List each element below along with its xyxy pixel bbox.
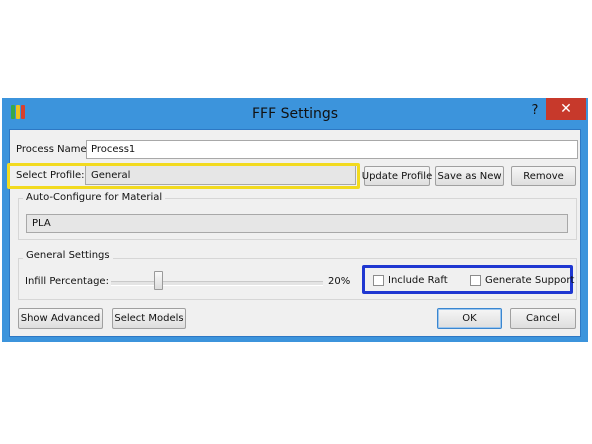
material-dropdown[interactable]: PLA [26, 214, 568, 233]
material-group-title: Auto-Configure for Material [23, 192, 166, 203]
general-settings-group-title: General Settings [23, 250, 113, 261]
infill-percentage-label: Infill Percentage: [25, 276, 109, 287]
generate-support-checkbox[interactable] [470, 275, 481, 286]
process-name-label: Process Name: [16, 144, 90, 155]
window-title: FFF Settings [251, 106, 339, 122]
include-raft-checkbox[interactable] [373, 275, 384, 286]
infill-percentage-value: 20% [328, 276, 351, 287]
profile-highlight-box [7, 163, 360, 189]
save-as-new-button[interactable]: Save as New [435, 166, 504, 186]
generate-support-label[interactable]: Generate Support [485, 275, 574, 286]
show-advanced-button[interactable]: Show Advanced [18, 308, 103, 329]
cancel-button[interactable]: Cancel [510, 308, 576, 329]
process-name-input[interactable]: Process1 [86, 140, 578, 159]
title-bar[interactable]: FFF Settings ? ✕ [2, 98, 588, 128]
remove-button[interactable]: Remove [511, 166, 576, 186]
help-button[interactable]: ? [528, 103, 542, 119]
update-profile-button[interactable]: Update Profile [362, 166, 432, 186]
select-models-button[interactable]: Select Models [112, 308, 186, 329]
close-button[interactable]: ✕ [546, 98, 586, 120]
infill-slider-handle[interactable] [153, 271, 163, 290]
infill-slider-track[interactable] [111, 281, 323, 286]
ok-button[interactable]: OK [437, 308, 502, 329]
include-raft-label[interactable]: Include Raft [388, 275, 448, 286]
